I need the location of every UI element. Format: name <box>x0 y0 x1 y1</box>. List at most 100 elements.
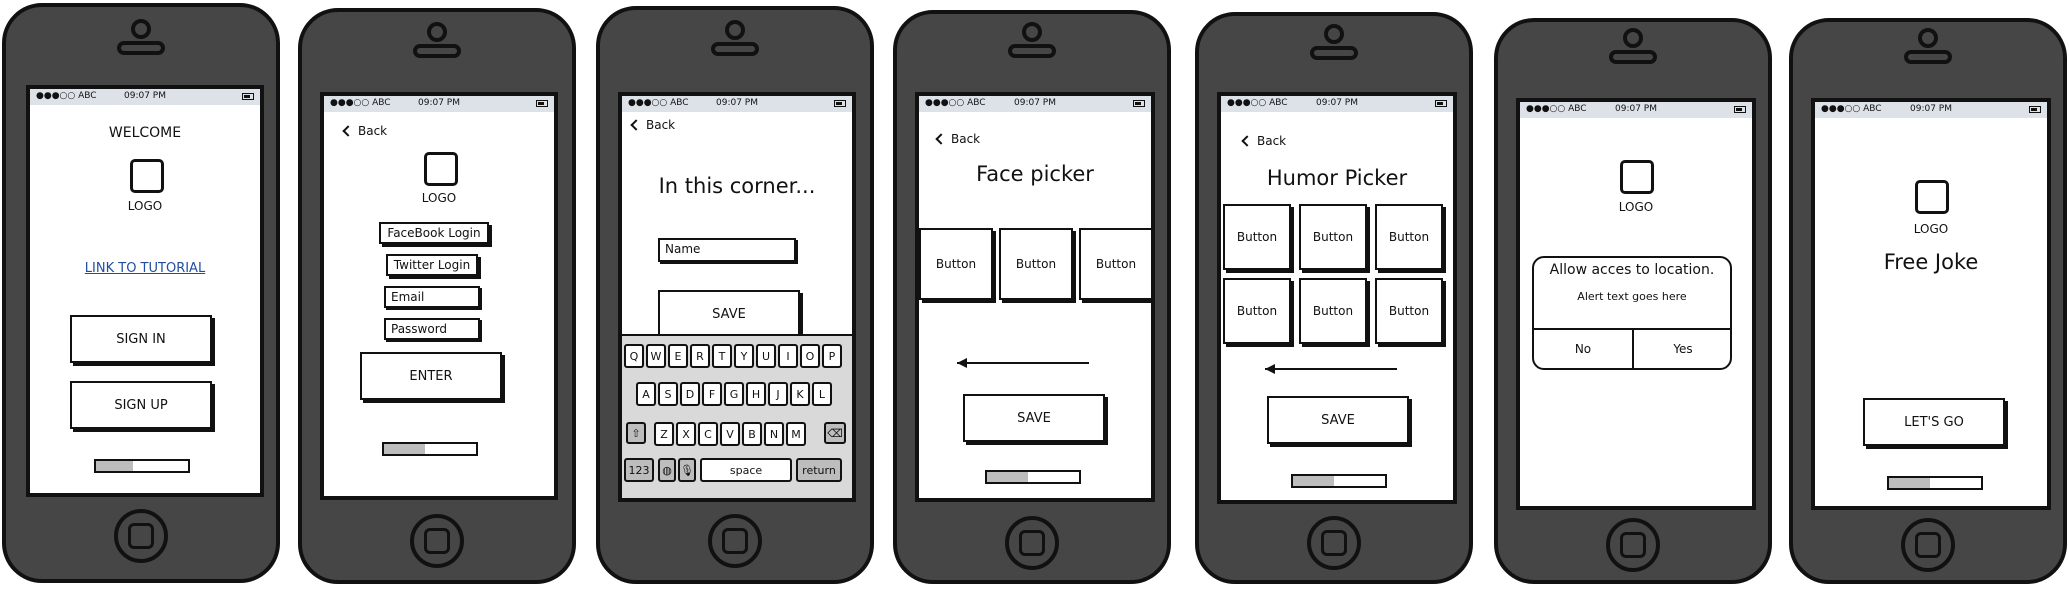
progress-fill <box>384 444 426 454</box>
back-button[interactable]: Back <box>342 124 387 138</box>
lets-go-button[interactable]: LET'S GO <box>1863 398 2005 446</box>
key-z[interactable]: Z <box>654 422 674 446</box>
face-button-3[interactable]: Button <box>1079 228 1151 300</box>
key-j[interactable]: J <box>768 382 788 406</box>
save-button[interactable]: SAVE <box>1267 396 1409 444</box>
key-m[interactable]: M <box>786 422 806 446</box>
screen-location-alert: ●●●○○ ABC 09:07 PM LOGO Allow acces to l… <box>1516 98 1756 510</box>
key-g[interactable]: G <box>724 382 744 406</box>
slider-handle[interactable] <box>957 358 967 368</box>
home-button[interactable] <box>1005 516 1059 570</box>
yes-button[interactable]: Yes <box>1634 342 1732 356</box>
key-b[interactable]: B <box>742 422 762 446</box>
page-title: Humor Picker <box>1266 166 1408 190</box>
speaker-icon <box>117 41 165 55</box>
key-l[interactable]: L <box>812 382 832 406</box>
home-button[interactable] <box>1901 518 1955 572</box>
key-q[interactable]: Q <box>624 344 644 368</box>
email-field[interactable]: Email <box>384 286 480 308</box>
save-button[interactable]: SAVE <box>658 290 800 338</box>
home-button[interactable] <box>1307 516 1361 570</box>
screen-corner: ●●●○○ ABC 09:07 PM Back In this corner..… <box>618 92 856 502</box>
page-title: Face picker <box>976 162 1094 186</box>
alert-title: Allow acces to location. <box>1549 262 1715 278</box>
humor-button-2[interactable]: Button <box>1299 204 1367 270</box>
key-y[interactable]: Y <box>734 344 754 368</box>
no-button[interactable]: No <box>1534 342 1632 356</box>
key-e[interactable]: E <box>668 344 688 368</box>
back-label: Back <box>1257 134 1287 148</box>
key-i[interactable]: I <box>778 344 798 368</box>
time-label: 09:07 PM <box>1910 104 1952 114</box>
key-w[interactable]: W <box>646 344 666 368</box>
password-field[interactable]: Password <box>384 318 480 340</box>
key-n[interactable]: N <box>764 422 784 446</box>
phone-welcome: ●●●○○ ABC 09:07 PM WELCOME LOGO LINK TO … <box>2 3 280 583</box>
status-bar: ●●●○○ ABC 09:07 PM <box>1815 102 2047 118</box>
humor-button-6[interactable]: Button <box>1375 278 1443 344</box>
shift-key[interactable]: ⇧ <box>626 422 646 444</box>
camera-icon <box>1623 28 1643 48</box>
screen-humor-picker: ●●●○○ ABC 09:07 PM Back Humor Picker But… <box>1217 92 1457 504</box>
battery-icon <box>1133 100 1145 107</box>
tutorial-link[interactable]: LINK TO TUTORIAL <box>30 261 260 276</box>
speaker-icon <box>711 42 759 56</box>
twitter-login-button[interactable]: Twitter Login <box>386 254 478 276</box>
phone-login: ●●●○○ ABC 09:07 PM Back LOGO FaceBook Lo… <box>298 8 576 584</box>
humor-button-5[interactable]: Button <box>1299 278 1367 344</box>
speaker-icon <box>1609 50 1657 64</box>
key-f[interactable]: F <box>702 382 722 406</box>
face-button-2[interactable]: Button <box>999 228 1073 300</box>
back-button[interactable]: Back <box>1241 134 1287 148</box>
key-r[interactable]: R <box>690 344 710 368</box>
globe-icon[interactable]: ◍ <box>658 458 676 482</box>
key-u[interactable]: U <box>756 344 776 368</box>
key-h[interactable]: H <box>746 382 766 406</box>
key-v[interactable]: V <box>720 422 740 446</box>
humor-button-1[interactable]: Button <box>1223 204 1291 270</box>
key-a[interactable]: A <box>636 382 656 406</box>
backspace-key[interactable]: ⌫ <box>824 422 846 444</box>
slider-track[interactable] <box>1265 368 1397 370</box>
key-d[interactable]: D <box>680 382 700 406</box>
camera-icon <box>1022 22 1042 42</box>
return-key[interactable]: return <box>796 458 842 482</box>
phone-location-alert: ●●●○○ ABC 09:07 PM LOGO Allow acces to l… <box>1494 18 1772 584</box>
home-button[interactable] <box>1606 518 1660 572</box>
humor-button-3[interactable]: Button <box>1375 204 1443 270</box>
back-button[interactable]: Back <box>935 132 980 146</box>
slider-handle[interactable] <box>1265 364 1275 374</box>
progress-bar <box>382 442 478 456</box>
enter-button[interactable]: ENTER <box>360 352 502 400</box>
key-c[interactable]: C <box>698 422 718 446</box>
key-s[interactable]: S <box>658 382 678 406</box>
sign-up-button[interactable]: SIGN UP <box>70 381 212 429</box>
time-label: 09:07 PM <box>124 91 166 101</box>
battery-icon <box>242 93 254 100</box>
space-key[interactable]: space <box>700 458 792 482</box>
sign-in-button[interactable]: SIGN IN <box>70 315 212 363</box>
back-button[interactable]: Back <box>630 118 675 132</box>
home-button[interactable] <box>410 514 464 568</box>
key-k[interactable]: K <box>790 382 810 406</box>
logo-icon <box>130 159 164 193</box>
save-button[interactable]: SAVE <box>963 394 1105 442</box>
humor-button-4[interactable]: Button <box>1223 278 1291 344</box>
status-bar: ●●●○○ ABC 09:07 PM <box>919 96 1151 112</box>
battery-icon <box>536 100 548 107</box>
microphone-icon[interactable]: 🎙 <box>678 458 696 482</box>
home-button[interactable] <box>708 514 762 568</box>
facebook-login-button[interactable]: FaceBook Login <box>379 222 489 244</box>
home-button[interactable] <box>114 509 168 563</box>
numbers-key[interactable]: 123 <box>624 458 654 482</box>
key-o[interactable]: O <box>800 344 820 368</box>
key-t[interactable]: T <box>712 344 732 368</box>
key-p[interactable]: P <box>822 344 842 368</box>
key-x[interactable]: X <box>676 422 696 446</box>
name-field[interactable]: Name <box>658 238 796 262</box>
camera-icon <box>1324 24 1344 44</box>
face-button-1[interactable]: Button <box>919 228 993 300</box>
slider-track[interactable] <box>957 362 1089 364</box>
chevron-left-icon <box>935 133 947 145</box>
page-title: Free Joke <box>1883 250 1979 274</box>
